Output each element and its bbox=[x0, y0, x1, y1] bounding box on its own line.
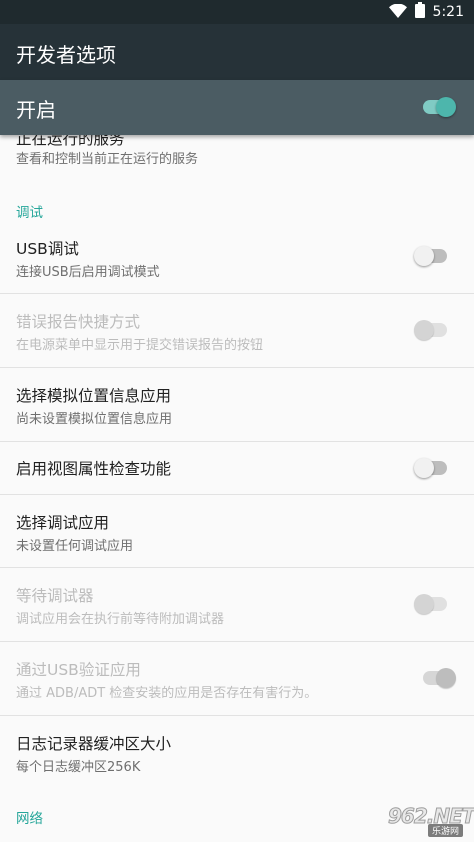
logger-buffer-size-summary: 每个日志缓冲区256K bbox=[16, 760, 141, 775]
bug-report-shortcut-item[interactable]: 错误报告快捷方式 在电源菜单中显示用于提交错误报告的按钮 bbox=[0, 294, 474, 367]
select-debug-app-title: 选择调试应用 bbox=[16, 514, 110, 532]
status-icons: 5:21 bbox=[388, 2, 464, 22]
status-bar: 5:21 bbox=[0, 0, 474, 24]
watermark-logo: 962.NET 乐游网 bbox=[387, 804, 474, 838]
mock-location-app-item[interactable]: 选择模拟位置信息应用 尚未设置模拟位置信息应用 bbox=[0, 368, 474, 441]
switch-thumb bbox=[414, 458, 434, 478]
view-attribute-inspection-switch[interactable] bbox=[414, 458, 450, 478]
category-network: 网络 bbox=[16, 811, 43, 827]
usb-debugging-item[interactable]: USB调试 连接USB后启用调试模式 bbox=[0, 221, 474, 293]
app-bar: 开发者选项 bbox=[0, 24, 474, 80]
switch-thumb bbox=[414, 246, 434, 266]
settings-list[interactable]: 正在运行的服务 查看和控制当前正在运行的服务 调试 USB调试 连接USB后启用… bbox=[0, 135, 474, 842]
switch-thumb bbox=[414, 320, 434, 340]
bug-report-shortcut-summary: 在电源菜单中显示用于提交错误报告的按钮 bbox=[16, 338, 264, 353]
wait-for-debugger-item[interactable]: 等待调试器 调试应用会在执行前等待附加调试器 bbox=[0, 568, 474, 641]
verify-apps-over-usb-switch[interactable] bbox=[420, 668, 456, 688]
verify-apps-over-usb-summary: 通过 ADB/ADT 检查安装的应用是否存在有害行为。 bbox=[16, 686, 318, 701]
wait-for-debugger-switch[interactable] bbox=[414, 594, 450, 614]
logger-buffer-size-item[interactable]: 日志记录器缓冲区大小 每个日志缓冲区256K bbox=[0, 716, 474, 788]
logger-buffer-size-title: 日志记录器缓冲区大小 bbox=[16, 735, 172, 753]
master-switch-label: 开启 bbox=[16, 98, 56, 122]
category-debug: 调试 bbox=[16, 205, 43, 221]
verify-apps-over-usb-title: 通过USB验证应用 bbox=[16, 661, 141, 679]
switch-thumb bbox=[414, 594, 434, 614]
battery-icon bbox=[414, 2, 425, 22]
running-services-item[interactable]: 正在运行的服务 查看和控制当前正在运行的服务 bbox=[0, 135, 474, 177]
verify-apps-over-usb-item[interactable]: 通过USB验证应用 通过 ADB/ADT 检查安装的应用是否存在有害行为。 bbox=[0, 642, 474, 715]
select-debug-app-summary: 未设置任何调试应用 bbox=[16, 539, 134, 554]
running-services-title: 正在运行的服务 bbox=[16, 135, 125, 148]
usb-debugging-switch[interactable] bbox=[414, 246, 450, 266]
mock-location-app-summary: 尚未设置模拟位置信息应用 bbox=[16, 412, 173, 427]
running-services-summary: 查看和控制当前正在运行的服务 bbox=[16, 152, 199, 167]
master-toggle-switch[interactable] bbox=[420, 97, 456, 117]
wait-for-debugger-title: 等待调试器 bbox=[16, 587, 94, 605]
switch-thumb bbox=[436, 97, 456, 117]
wifi-icon bbox=[388, 3, 407, 22]
view-attribute-inspection-title: 启用视图属性检查功能 bbox=[16, 460, 172, 478]
bug-report-shortcut-switch[interactable] bbox=[414, 320, 450, 340]
wait-for-debugger-summary: 调试应用会在执行前等待附加调试器 bbox=[16, 612, 225, 627]
usb-debugging-summary: 连接USB后启用调试模式 bbox=[16, 265, 160, 280]
watermark-sub-text: 乐游网 bbox=[428, 824, 464, 837]
mock-location-app-title: 选择模拟位置信息应用 bbox=[16, 387, 172, 405]
status-time: 5:21 bbox=[432, 4, 464, 20]
page-title: 开发者选项 bbox=[16, 43, 116, 67]
select-debug-app-item[interactable]: 选择调试应用 未设置任何调试应用 bbox=[0, 495, 474, 567]
view-attribute-inspection-item[interactable]: 启用视图属性检查功能 bbox=[0, 442, 474, 494]
usb-debugging-title: USB调试 bbox=[16, 240, 79, 258]
master-switch-bar[interactable]: 开启 bbox=[0, 80, 474, 135]
switch-thumb bbox=[436, 668, 456, 688]
bug-report-shortcut-title: 错误报告快捷方式 bbox=[16, 313, 141, 331]
